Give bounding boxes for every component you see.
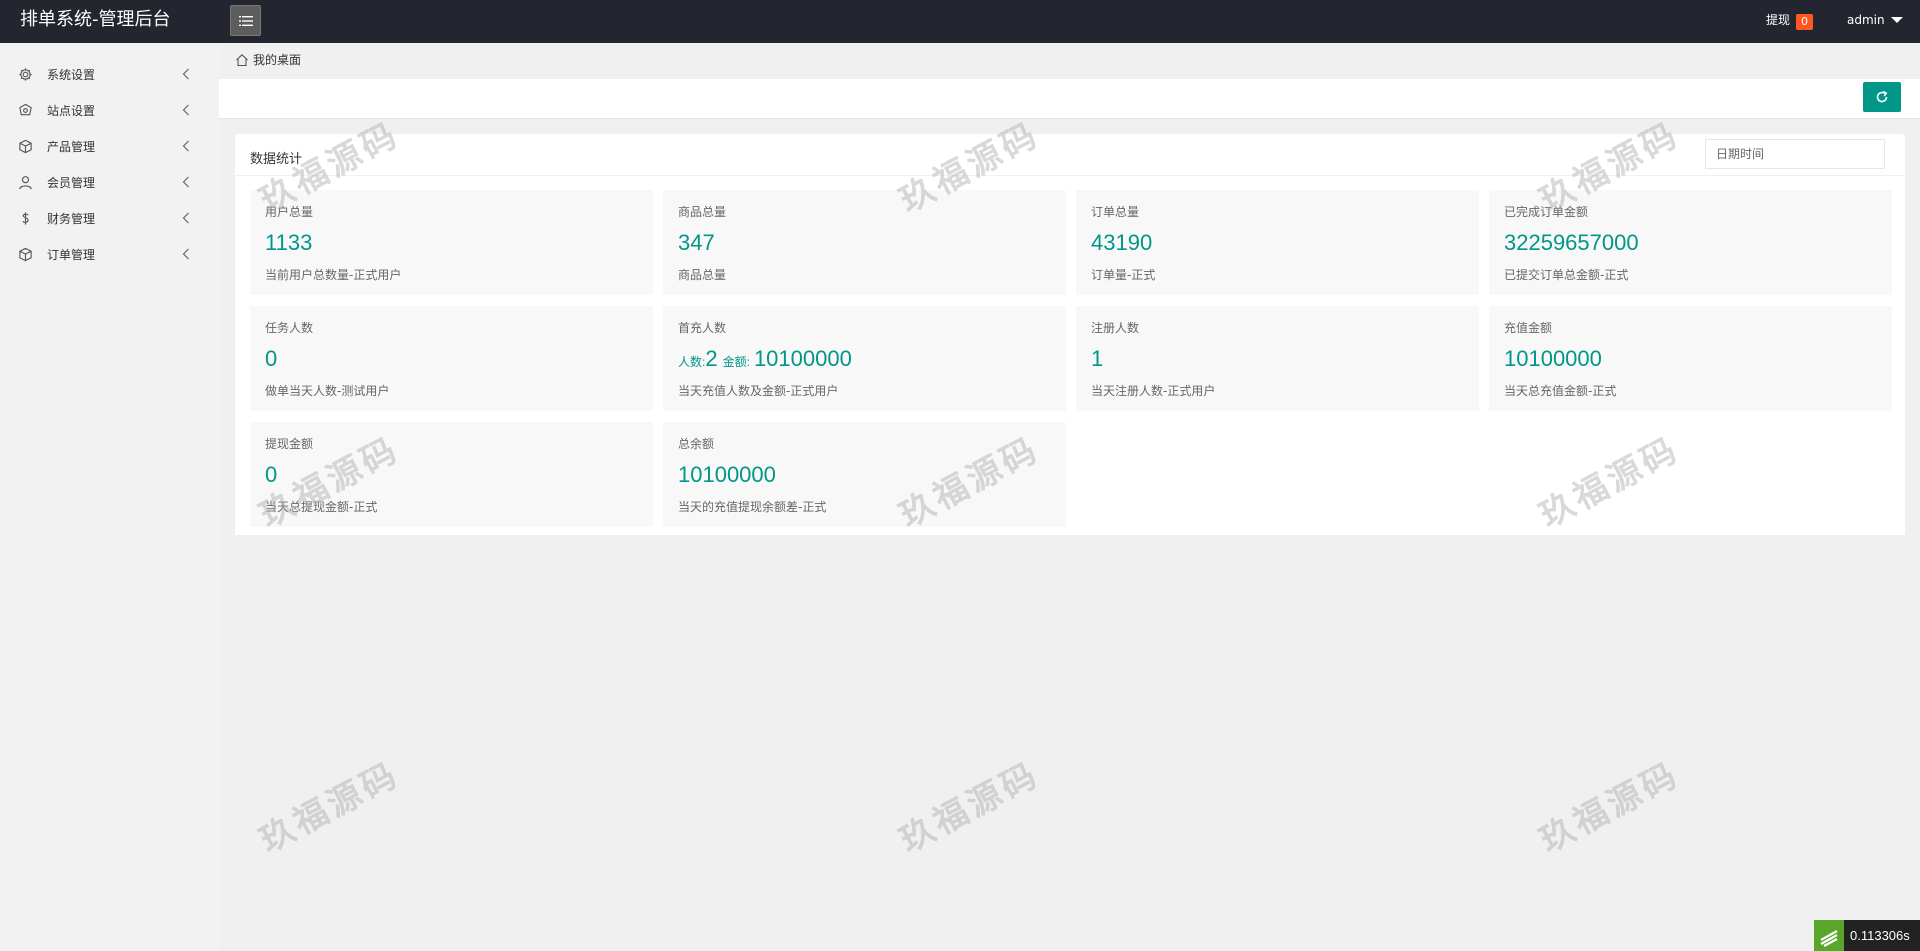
withdraw-link[interactable]: 提现 0	[1766, 0, 1814, 40]
breadcrumb-label: 我的桌面	[253, 53, 302, 67]
user-icon	[18, 175, 33, 190]
stat-desc: 当天总充值金额-正式	[1504, 384, 1617, 398]
date-time-input[interactable]	[1705, 139, 1885, 169]
stat-task-users: 任务人数 0 做单当天人数-测试用户	[250, 306, 653, 411]
stat-title: 任务人数	[265, 321, 314, 335]
count-value: 2	[705, 346, 718, 371]
stat-value: 10100000	[678, 462, 776, 487]
stat-desc: 当天充值人数及金额-正式用户	[678, 384, 839, 398]
sidebar-item-label: 产品管理	[47, 140, 96, 154]
sidebar-item-system-settings[interactable]: 系统设置	[0, 56, 219, 92]
sidebar-item-label: 财务管理	[47, 212, 96, 226]
stat-title: 充值金额	[1504, 321, 1553, 335]
stat-desc: 订单量-正式	[1091, 268, 1156, 282]
stat-total-balance: 总余额 10100000 当天的充值提现余额差-正式	[663, 422, 1066, 527]
stats-card-header: 数据统计	[235, 134, 1905, 176]
caret-down-icon	[1890, 17, 1903, 23]
dollar-icon	[18, 211, 33, 226]
stat-value: 10100000	[1504, 346, 1602, 371]
gear-icon	[18, 67, 33, 82]
stat-withdraw-amount: 提现金额 0 当天总提现金额-正式	[250, 422, 653, 527]
stats-card: 数据统计 用户总量 1133 当前用户总数量-正式用户 商品总量 347 商品总…	[235, 134, 1905, 535]
chevron-left-icon	[182, 140, 189, 152]
sidebar-item-product-management[interactable]: 产品管理	[0, 128, 219, 164]
stat-value: 32259657000	[1504, 230, 1639, 255]
amount-label: 金额:	[722, 355, 750, 369]
stat-value: 43190	[1091, 230, 1153, 255]
sidebar-item-label: 会员管理	[47, 176, 96, 190]
stat-first-recharge: 首充人数 人数: 2 金额: 10100000 当天充值人数及金额-正式用户	[663, 306, 1066, 411]
sidebar-item-label: 站点设置	[47, 104, 96, 118]
amount-value: 10100000	[753, 346, 852, 371]
chevron-left-icon	[182, 104, 189, 116]
stat-value: 0	[265, 346, 278, 371]
home-icon	[236, 53, 248, 66]
stat-title: 注册人数	[1091, 321, 1140, 335]
sidebar: 系统设置 站点设置 产品管理 会员管理 财务管理 订单管理	[0, 43, 219, 951]
stat-desc: 当天的充值提现余额差-正式	[678, 500, 827, 514]
user-menu[interactable]: admin	[1847, 0, 1903, 40]
sidebar-item-label: 订单管理	[47, 248, 96, 262]
sidebar-item-order-management[interactable]: 订单管理	[0, 236, 219, 272]
stats-card-title: 数据统计	[250, 152, 303, 167]
stat-value: 1133	[265, 230, 313, 255]
framework-logo-icon	[1814, 920, 1844, 951]
stat-title: 用户总量	[265, 205, 314, 219]
timer-value: 0.113306s	[1850, 928, 1910, 943]
menu-icon	[238, 15, 253, 26]
chevron-left-icon	[182, 176, 189, 188]
sidebar-item-label: 系统设置	[47, 68, 96, 82]
sidebar-item-finance-management[interactable]: 财务管理	[0, 200, 219, 236]
stat-recharge-amount: 充值金额 10100000 当天总充值金额-正式	[1489, 306, 1892, 411]
withdraw-label: 提现	[1766, 13, 1791, 27]
breadcrumb[interactable]: 我的桌面	[235, 51, 301, 68]
top-bar: 排单系统-管理后台 提现 0 admin	[0, 0, 1920, 43]
box-icon	[18, 247, 33, 262]
site-icon	[18, 103, 33, 118]
stat-title: 商品总量	[678, 205, 727, 219]
stat-value: 0	[265, 462, 278, 487]
stat-desc: 当前用户总数量-正式用户	[265, 268, 402, 282]
menu-toggle-button[interactable]	[230, 5, 261, 36]
refresh-icon	[1876, 90, 1888, 103]
sidebar-item-site-settings[interactable]: 站点设置	[0, 92, 219, 128]
stat-title: 订单总量	[1091, 205, 1140, 219]
stat-title: 总余额	[678, 437, 715, 451]
chevron-left-icon	[182, 68, 189, 80]
stat-desc: 当天总提现金额-正式	[265, 500, 378, 514]
stat-desc: 当天注册人数-正式用户	[1091, 384, 1216, 398]
stat-title: 首充人数	[678, 321, 727, 335]
stat-completed-amount: 已完成订单金额 32259657000 已提交订单总金额-正式	[1489, 190, 1892, 295]
debug-timer[interactable]: 0.113306s	[1814, 920, 1920, 951]
refresh-button[interactable]	[1863, 82, 1901, 112]
stat-total-orders: 订单总量 43190 订单量-正式	[1076, 190, 1479, 295]
sidebar-item-member-management[interactable]: 会员管理	[0, 164, 219, 200]
box-icon	[18, 139, 33, 154]
stat-title: 提现金额	[265, 437, 314, 451]
stat-value: 1	[1091, 346, 1104, 371]
stat-title: 已完成订单金额	[1504, 205, 1589, 219]
chevron-left-icon	[182, 248, 189, 260]
count-label: 人数:	[678, 355, 706, 369]
stat-desc: 做单当天人数-测试用户	[265, 384, 390, 398]
user-name: admin	[1847, 13, 1885, 27]
stat-value: 347	[678, 230, 715, 255]
stat-registered: 注册人数 1 当天注册人数-正式用户	[1076, 306, 1479, 411]
withdraw-count-badge: 0	[1796, 13, 1814, 30]
app-title: 排单系统-管理后台	[20, 9, 171, 30]
toolbar	[219, 79, 1920, 119]
stat-value-group: 人数: 2 金额: 10100000	[678, 346, 857, 372]
stat-total-users: 用户总量 1133 当前用户总数量-正式用户	[250, 190, 653, 295]
stat-total-products: 商品总量 347 商品总量	[663, 190, 1066, 295]
main-content: 我的桌面 数据统计 用户总量 1133 当前用户总数量-正式用户 商品总量 34…	[219, 43, 1920, 951]
stat-desc: 已提交订单总金额-正式	[1504, 268, 1629, 282]
chevron-left-icon	[182, 212, 189, 224]
stat-desc: 商品总量	[678, 268, 727, 282]
